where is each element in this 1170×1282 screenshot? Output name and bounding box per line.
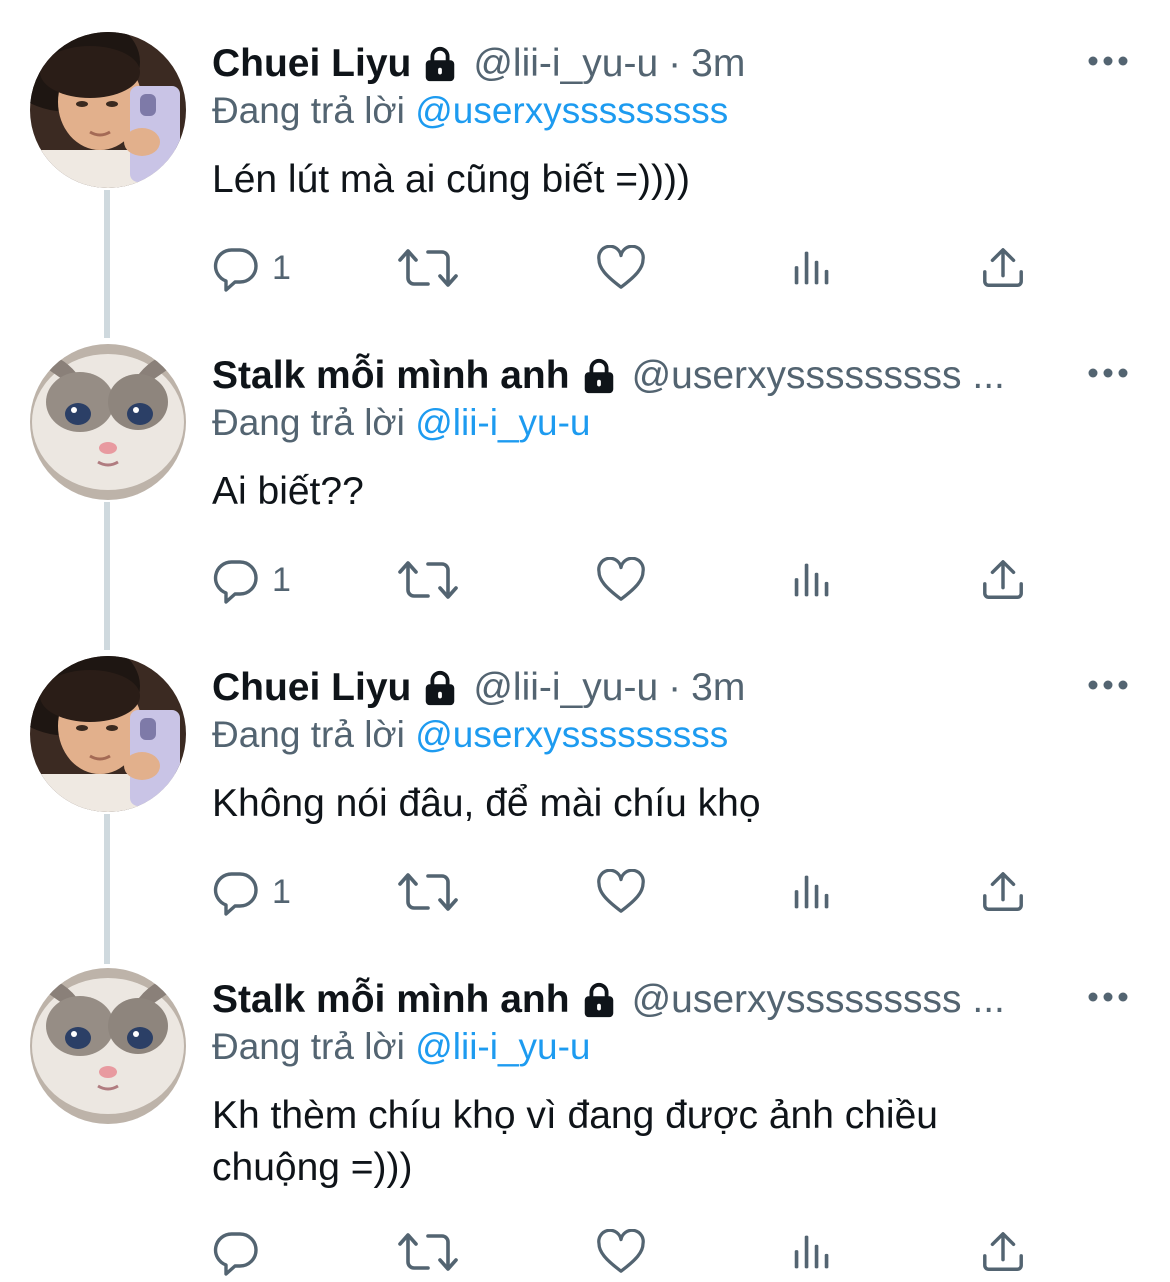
share-button[interactable]: [980, 1222, 1026, 1282]
display-name[interactable]: Chuei Liyu: [212, 42, 411, 86]
share-icon: [980, 1229, 1026, 1275]
reply-icon: [212, 556, 260, 604]
more-icon[interactable]: [1086, 46, 1130, 76]
reply-icon: [212, 244, 260, 292]
reply-icon: [212, 1228, 260, 1276]
views-icon: [792, 248, 832, 288]
more-icon[interactable]: [1086, 982, 1130, 1012]
tweet-header: Chuei Liyu @lii-i_yu-u · 3m: [212, 36, 1070, 92]
display-name[interactable]: Chuei Liyu: [212, 666, 411, 710]
replying-to: Đang trả lời @userxysssssssss: [212, 714, 728, 756]
like-icon: [596, 1229, 646, 1275]
user-handle[interactable]: @userxysssssssss ...: [632, 978, 1005, 1022]
timestamp[interactable]: 3m: [691, 42, 745, 86]
separator: ·: [668, 42, 682, 85]
timestamp[interactable]: 3m: [691, 666, 745, 710]
reply-button[interactable]: [212, 1222, 272, 1282]
retweet-icon: [398, 556, 458, 604]
tweet-header: Stalk mỗi mình anh @userxysssssssss ...: [212, 348, 1070, 404]
retweet-icon: [398, 868, 458, 916]
user-handle[interactable]: @lii-i_yu-u: [473, 42, 658, 86]
replying-to: Đang trả lời @userxysssssssss: [212, 90, 728, 132]
reply-icon: [212, 868, 260, 916]
like-button[interactable]: [596, 550, 646, 610]
replying-to: Đang trả lời @lii-i_yu-u: [212, 1026, 591, 1068]
action-bar: [212, 1222, 1052, 1282]
display-name[interactable]: Stalk mỗi mình anh: [212, 354, 570, 398]
reply-button[interactable]: 1: [212, 238, 291, 298]
like-icon: [596, 869, 646, 915]
share-icon: [980, 557, 1026, 603]
thread-line: [104, 502, 110, 650]
tweet-header: Stalk mỗi mình anh @userxysssssssss ...: [212, 972, 1070, 1028]
action-bar: 1: [212, 238, 1052, 298]
reply-mention[interactable]: @userxysssssssss: [415, 714, 728, 755]
tweet-header: Chuei Liyu @lii-i_yu-u · 3m: [212, 660, 1070, 716]
lock-icon: [580, 357, 618, 395]
like-icon: [596, 245, 646, 291]
like-button[interactable]: [596, 1222, 646, 1282]
lock-icon: [421, 669, 459, 707]
more-icon[interactable]: [1086, 670, 1130, 700]
views-button[interactable]: [792, 550, 832, 610]
separator: ·: [668, 666, 682, 709]
action-bar: 1: [212, 550, 1052, 610]
avatar[interactable]: [30, 968, 186, 1124]
reply-count: 1: [272, 560, 291, 599]
reply-prefix: Đang trả lời: [212, 90, 405, 131]
share-icon: [980, 869, 1026, 915]
more-icon[interactable]: [1086, 358, 1130, 388]
retweet-icon: [398, 244, 458, 292]
action-bar: 1: [212, 862, 1052, 922]
like-button[interactable]: [596, 862, 646, 922]
views-icon: [792, 560, 832, 600]
avatar[interactable]: [30, 344, 186, 500]
display-name[interactable]: Stalk mỗi mình anh: [212, 978, 570, 1022]
share-button[interactable]: [980, 550, 1026, 610]
reply-count: 1: [272, 248, 291, 287]
avatar[interactable]: [30, 656, 186, 812]
retweet-button[interactable]: [398, 1222, 458, 1282]
views-icon: [792, 1232, 832, 1272]
avatar-image: [30, 344, 186, 500]
views-button[interactable]: [792, 238, 832, 298]
share-button[interactable]: [980, 862, 1026, 922]
tweet-text: Không nói đâu, để mài chíu khọ: [212, 782, 761, 825]
tweet-text: Lén lút mà ai cũng biết =)))): [212, 158, 690, 201]
reply-mention[interactable]: @lii-i_yu-u: [415, 402, 590, 443]
retweet-icon: [398, 1228, 458, 1276]
reply-mention[interactable]: @userxysssssssss: [415, 90, 728, 131]
views-button[interactable]: [792, 1222, 832, 1282]
retweet-button[interactable]: [398, 238, 458, 298]
avatar-image: [30, 656, 186, 812]
share-button[interactable]: [980, 238, 1026, 298]
tweet-text: Ai biết??: [212, 470, 364, 513]
retweet-button[interactable]: [398, 862, 458, 922]
lock-icon: [421, 45, 459, 83]
lock-icon: [580, 981, 618, 1019]
share-icon: [980, 245, 1026, 291]
thread-line: [104, 190, 110, 338]
reply-count: 1: [272, 872, 291, 911]
like-icon: [596, 557, 646, 603]
like-button[interactable]: [596, 238, 646, 298]
retweet-button[interactable]: [398, 550, 458, 610]
views-button[interactable]: [792, 862, 832, 922]
reply-prefix: Đang trả lời: [212, 402, 405, 443]
views-icon: [792, 872, 832, 912]
reply-button[interactable]: 1: [212, 862, 291, 922]
tweet-text: Kh thèm chíu khọ vì đang được ảnh chiều …: [212, 1094, 938, 1189]
avatar[interactable]: [30, 32, 186, 188]
thread-line: [104, 814, 110, 964]
replying-to: Đang trả lời @lii-i_yu-u: [212, 402, 591, 444]
reply-mention[interactable]: @lii-i_yu-u: [415, 1026, 590, 1067]
avatar-image: [30, 32, 186, 188]
reply-prefix: Đang trả lời: [212, 714, 405, 755]
user-handle[interactable]: @userxysssssssss ...: [632, 354, 1005, 398]
user-handle[interactable]: @lii-i_yu-u: [473, 666, 658, 710]
avatar-image: [30, 968, 186, 1124]
reply-prefix: Đang trả lời: [212, 1026, 405, 1067]
reply-button[interactable]: 1: [212, 550, 291, 610]
